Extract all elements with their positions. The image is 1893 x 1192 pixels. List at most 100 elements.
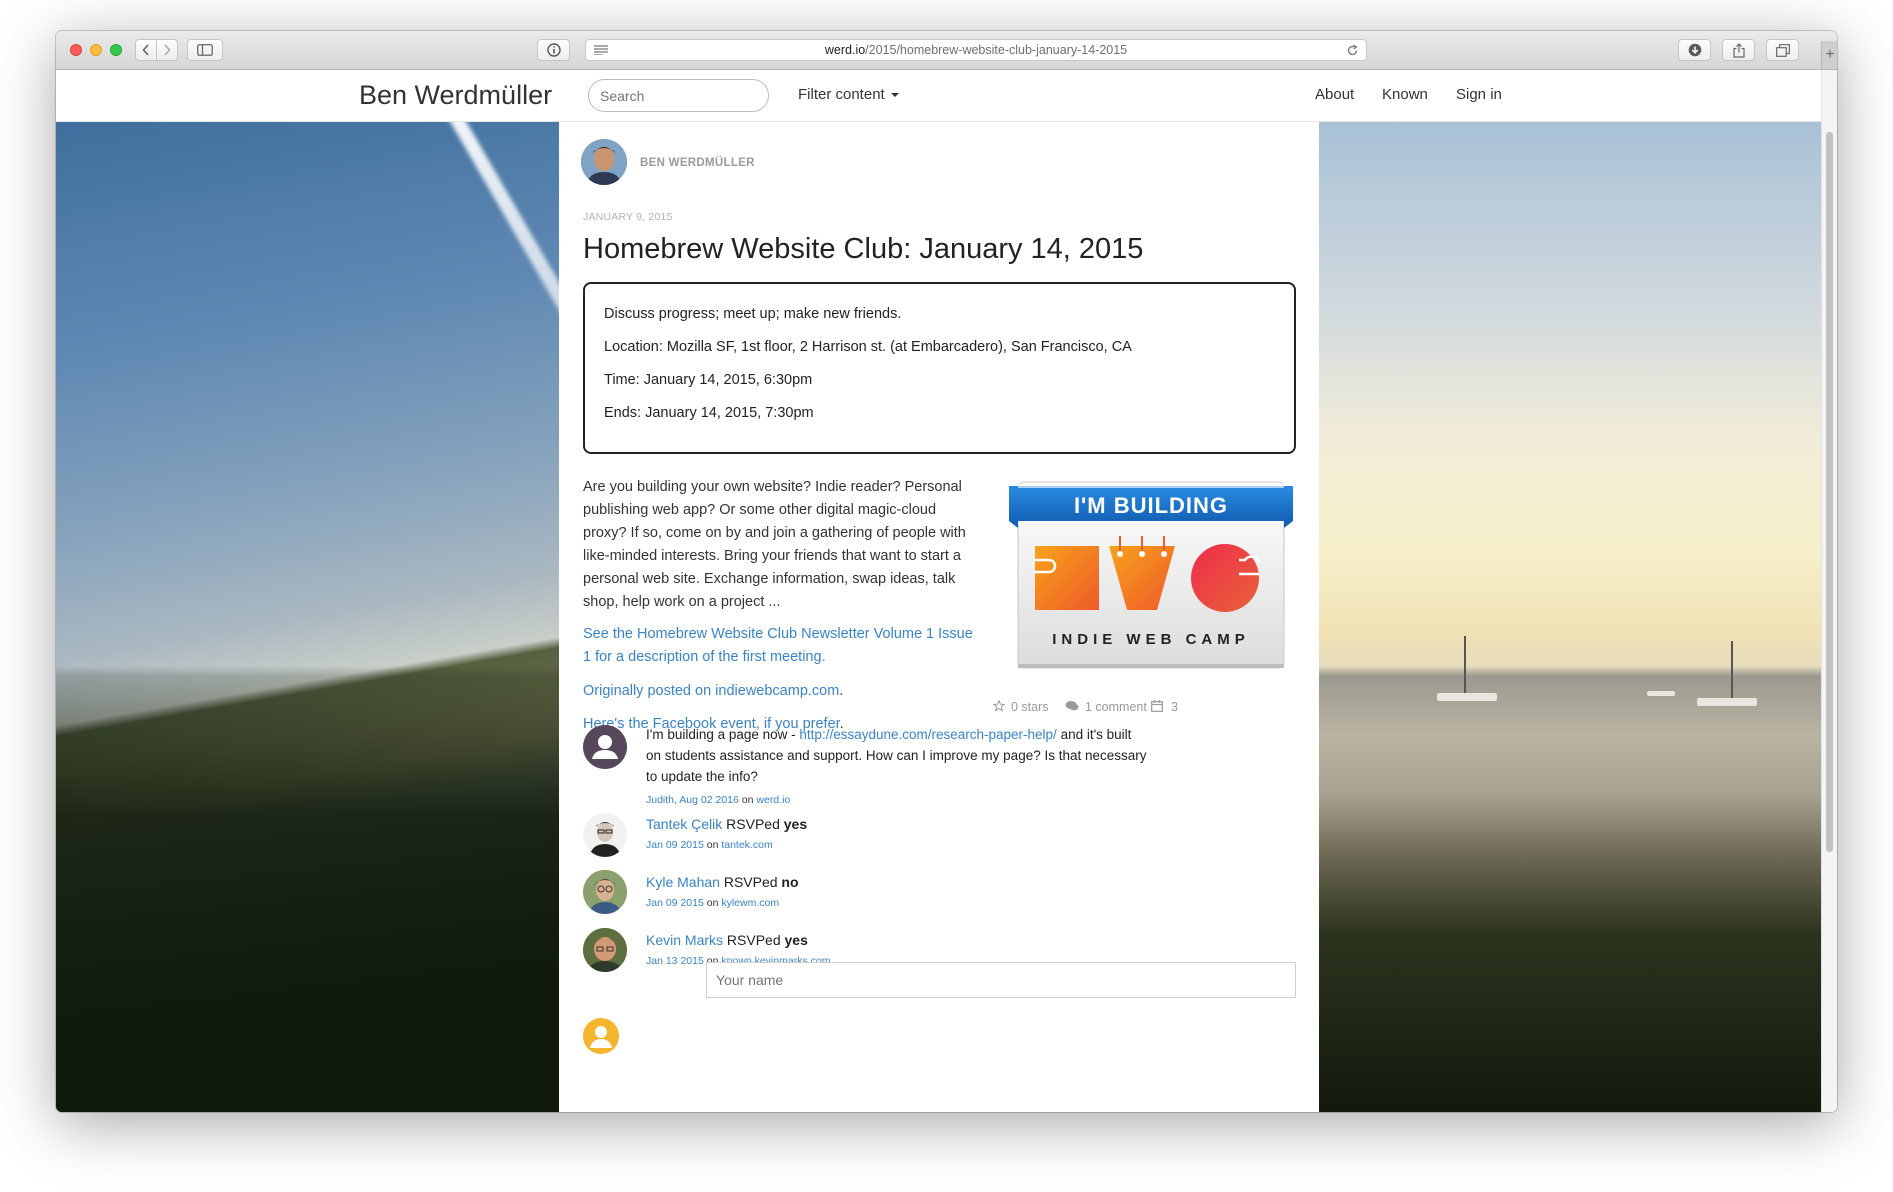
comments-count[interactable]: 1 comment [1065, 700, 1147, 714]
boat [1437, 693, 1497, 701]
tabs-icon [1775, 43, 1790, 57]
rsvp-avatar-tantek[interactable] [583, 813, 627, 857]
back-button[interactable] [135, 39, 157, 61]
post-title[interactable]: Homebrew Website Club: January 14, 2015 [583, 233, 1143, 266]
zoom-window-button[interactable] [110, 44, 122, 56]
comment-text-prefix: I'm building a page now - [646, 727, 800, 742]
rsvp-on-text: on [703, 839, 722, 851]
background-photo-left [56, 104, 717, 1112]
post-body: Are you building your own website? Indie… [583, 476, 995, 614]
plus-icon: + [1825, 46, 1835, 63]
post-body-line: proxy? If so, come on by and join a gath… [583, 525, 966, 541]
post-body-line: shop, help work on a project ... [583, 594, 781, 610]
stars-count[interactable]: 0 stars [992, 699, 1049, 714]
author-name[interactable]: BEN WERDMÜLLER [640, 157, 755, 169]
url-text: werd.io/2015/homebrew-website-club-janua… [586, 43, 1366, 57]
rsvp-answer: no [781, 874, 799, 890]
site-navbar: Ben Werdmüller Filter content About Know… [56, 70, 1821, 122]
rsvp-answer: yes [784, 932, 808, 948]
rsvp-site-link[interactable]: kylewm.com [721, 897, 779, 909]
commenter-avatar[interactable] [583, 725, 627, 769]
event-location: Location: Mozilla SF, 1st floor, 2 Harri… [604, 339, 1132, 355]
reload-icon[interactable] [1346, 44, 1359, 57]
rsvp-entry-kyle: Kyle Mahan RSVPed no [646, 874, 799, 890]
rsvp-date-link[interactable]: Jan 09 2015 [646, 839, 704, 851]
comment-site-link[interactable]: werd.io [756, 794, 790, 806]
rsvp-meta-tantek: Jan 09 2015 on tantek.com [646, 839, 773, 851]
event-summary: Discuss progress; meet up; make new frie… [604, 306, 902, 322]
post-date[interactable]: JANUARY 9, 2015 [583, 211, 673, 223]
comment-text-suffix: and it's built [1056, 727, 1132, 742]
share-button[interactable] [1722, 39, 1755, 61]
downloads-button[interactable] [1678, 39, 1711, 61]
rsvp-meta-kyle: Jan 09 2015 on kylewm.com [646, 897, 779, 909]
rsvp-name-link[interactable]: Tantek Çelik [646, 816, 722, 832]
comment-link[interactable]: http://essaydune.com/research-paper-help… [799, 727, 1056, 742]
boat-mast [1731, 641, 1733, 703]
caret-down-icon [890, 93, 899, 98]
comment-on-text: on [741, 794, 754, 806]
rsvp-entry-kevin: Kevin Marks RSVPed yes [646, 932, 808, 948]
post-column: BEN WERDMÜLLER JANUARY 9, 2015 Homebrew … [559, 121, 1319, 1112]
rsvp-site-link[interactable]: tantek.com [721, 839, 772, 851]
scrollbar-thumb[interactable] [1826, 132, 1833, 852]
new-tab-button[interactable]: + [1821, 41, 1837, 69]
reader-info-button[interactable] [537, 39, 570, 61]
rsvp-verb: RSVPed [723, 932, 785, 948]
stars-label: 0 stars [1011, 700, 1049, 714]
reply-user-avatar [583, 1018, 619, 1054]
post-body-line: Are you building your own website? Indie… [583, 479, 962, 495]
newsletter-link-line: See the Homebrew Website Club Newsletter… [583, 626, 973, 642]
reply-name-input[interactable] [706, 962, 1296, 998]
rsvp-name-link[interactable]: Kevin Marks [646, 932, 723, 948]
event-details-box: Discuss progress; meet up; make new frie… [583, 282, 1296, 454]
close-window-button[interactable] [70, 44, 82, 56]
comment-line-2: on students assistance and support. How … [646, 748, 1147, 763]
rsvp-count-label: 3 [1171, 700, 1178, 714]
event-time: Time: January 14, 2015, 6:30pm [604, 372, 813, 388]
comments-label: 1 comment [1085, 700, 1147, 714]
site-brand[interactable]: Ben Werdmüller [359, 80, 552, 111]
browser-window: werd.io/2015/homebrew-website-club-janua… [56, 31, 1837, 1112]
rsvp-date-link[interactable]: Jan 13 2015 [646, 955, 704, 967]
comment-date-link[interactable]: Aug 02 2016 [679, 794, 739, 806]
star-icon [992, 699, 1006, 712]
share-icon [1732, 42, 1745, 58]
page-scrollbar[interactable] [1821, 70, 1837, 1112]
user-silhouette-icon [583, 1018, 619, 1054]
rsvp-avatar-kyle[interactable] [583, 870, 627, 914]
address-bar[interactable]: werd.io/2015/homebrew-website-club-janua… [585, 39, 1367, 61]
author-avatar[interactable] [581, 139, 627, 185]
rsvp-avatar-kevin[interactable] [583, 928, 627, 972]
tabs-overview-button[interactable] [1766, 39, 1799, 61]
rsvp-count[interactable]: 3 [1151, 700, 1178, 714]
original-post-link[interactable]: Originally posted on indiewebcamp.com [583, 683, 839, 699]
original-post-line: Originally posted on indiewebcamp.com. [583, 680, 843, 703]
post-body-line: personal web site. Exchange information,… [583, 571, 956, 587]
rsvp-name-link[interactable]: Kyle Mahan [646, 874, 720, 890]
post-body-line: like-minded interests. Bring your friend… [583, 548, 961, 564]
download-icon [1688, 43, 1701, 57]
boat [1647, 691, 1675, 696]
rsvp-answer: yes [783, 816, 808, 832]
badge-banner-text: I'M BUILDING [1074, 493, 1228, 518]
comment-body: I'm building a page now - http://essaydu… [646, 724, 1206, 787]
nav-link-sign-in[interactable]: Sign in [1456, 86, 1502, 103]
rsvp-date-link[interactable]: Jan 09 2015 [646, 897, 704, 909]
minimize-window-button[interactable] [90, 44, 102, 56]
indiewebcamp-badge: I'M BUILDING INDIE WEB CAMP [1007, 476, 1295, 672]
nav-link-about[interactable]: About [1315, 86, 1354, 103]
sidebar-icon [197, 44, 213, 56]
filter-content-dropdown[interactable]: Filter content [798, 86, 899, 103]
calendar-icon [1151, 700, 1163, 712]
event-end-time: Ends: January 14, 2015, 7:30pm [604, 405, 814, 421]
nav-link-known[interactable]: Known [1382, 86, 1428, 103]
newsletter-link-line: 1 for a description of the first meeting… [583, 649, 826, 665]
newsletter-link[interactable]: See the Homebrew Website Club Newsletter… [583, 623, 1003, 669]
forward-button[interactable] [156, 39, 178, 61]
rsvp-verb: RSVPed [719, 874, 782, 890]
search-input[interactable] [588, 79, 769, 112]
page-viewport: Ben Werdmüller Filter content About Know… [56, 70, 1821, 1112]
sidebar-toggle-button[interactable] [187, 39, 223, 61]
comment-author-link[interactable]: Judith [646, 794, 674, 806]
